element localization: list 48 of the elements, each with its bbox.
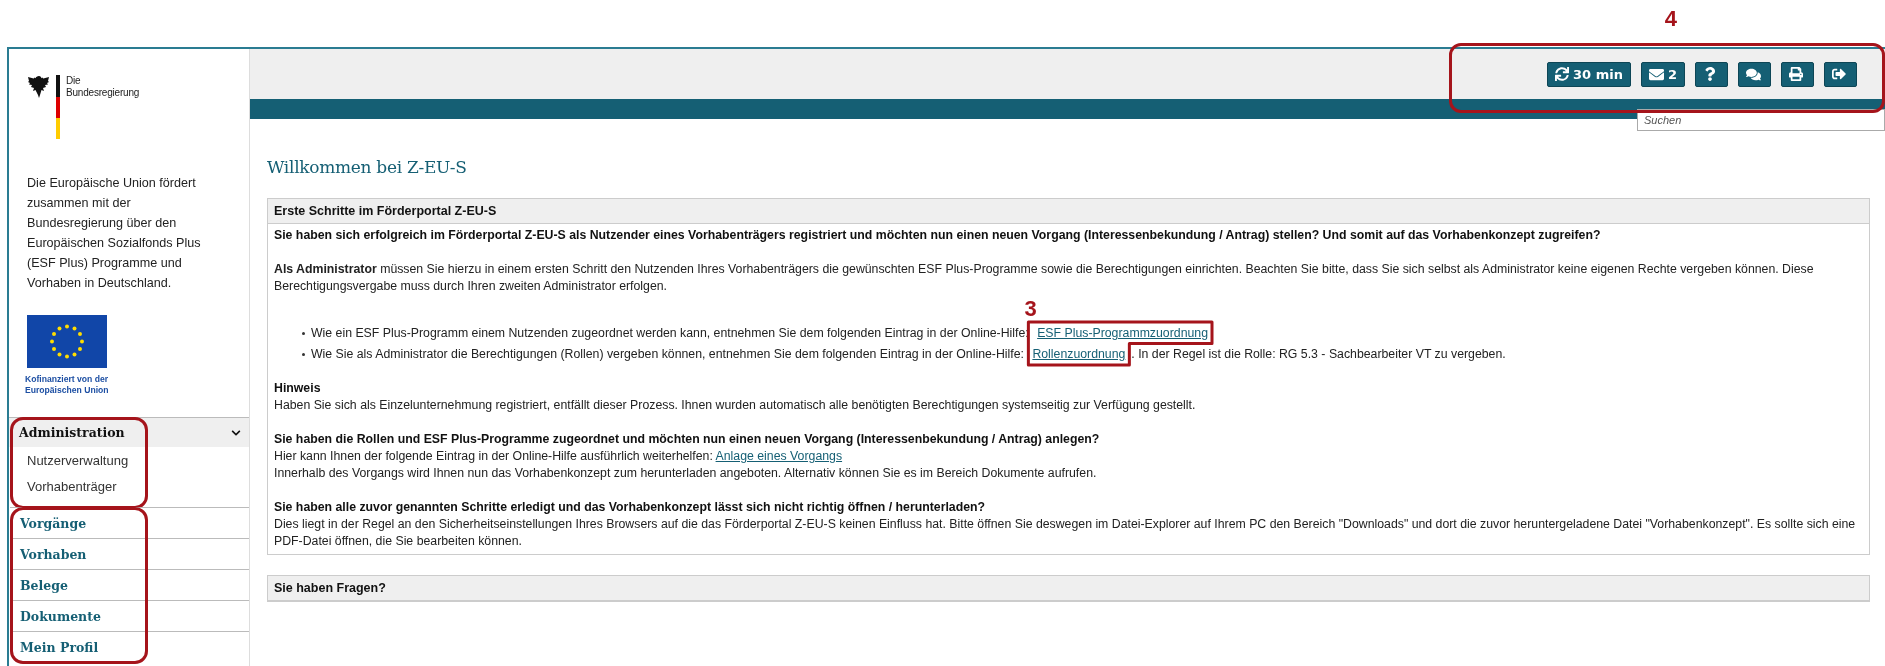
- mail-icon: [1648, 66, 1664, 82]
- bullet-text: Wie ein ESF Plus-Programm einem Nutzenden zugeordnet werden kann, entnehmen Sie dem folgenden Eintrag in der Online-Hilfe: ESF Plus-Programmzuordnung: [311, 325, 1209, 342]
- section-heading: Sie haben die Rollen und ESF Plus-Programme zugeordnet und möchten nun einen neuen Vorgang (Interessenbekundung / Antrag) anlegen?: [274, 431, 1101, 448]
- logout-icon: [1832, 67, 1846, 81]
- flag-stripe-icon: [56, 75, 60, 139]
- help-button[interactable]: [1695, 61, 1728, 87]
- help-link[interactable]: Anlage eines Vorgangs: [715, 449, 843, 463]
- nav-item[interactable]: Belege: [10, 569, 249, 600]
- annotation-number: 4: [1664, 7, 1677, 31]
- page-title: Willkommen bei Z-EU-S: [267, 157, 468, 177]
- annotation-number: 3: [1024, 297, 1037, 321]
- paragraph: Hier kann Ihnen der folgende Eintrag in der Online-Hilfe ausführlich weiterhelfen: Anlage eines Vorgangs: [274, 448, 844, 465]
- nav-item[interactable]: Dokumente: [10, 600, 249, 631]
- nav-item[interactable]: Mein Profil: [10, 631, 249, 662]
- paragraph: Haben Sie sich als Einzelunternehmung registriert, entfällt dieser Prozess. Ihnen wurden automatisch alle benötigten Berechtigungen systemseitig zur Verfügung gestellt.: [274, 397, 1197, 414]
- logout-button[interactable]: [1824, 61, 1857, 87]
- search-field[interactable]: Suchen: [1637, 109, 1885, 131]
- section-heading: Hinweis: [274, 380, 322, 397]
- nav-subitem[interactable]: Nutzerverwaltung: [9, 447, 249, 473]
- nav-subitem[interactable]: Vorhabenträger: [9, 473, 249, 499]
- eu-caption: Kofinanziert von der Europäischen Union: [25, 374, 110, 396]
- bullet-text: Wie Sie als Administrator die Berechtigungen (Rollen) vergeben können, entnehmen Sie dem folgenden Eintrag in der Online-Hilfe: Rollenzuordnung . In der Regel ist die Rolle: RG 5.3 - Sachbearbeiter VT zu vergeben.: [311, 346, 1506, 363]
- bullet-icon: [302, 353, 305, 356]
- intro-text: Die Europäische Union fördert zusammen mit der Bundesregierung über den Europäischen Sozialfonds Plus (ESF Plus) Programme und Vorhaben in Deutschland.: [27, 175, 202, 292]
- nav-section-header[interactable]: Administration: [9, 417, 249, 447]
- chevron-icon: [231, 427, 241, 438]
- panel-header: Sie haben Fragen?: [268, 576, 1869, 601]
- panel-header: Erste Schritte im Förderportal Z-EU-S: [268, 199, 1869, 224]
- print-button[interactable]: [1781, 61, 1814, 87]
- help-link[interactable]: ESF Plus-Programmzuordnung: [1037, 326, 1208, 340]
- chat-icon: [1746, 66, 1761, 82]
- print-icon: [1789, 67, 1803, 81]
- paragraph: Dies liegt in der Regel an den Sicherheitseinstellungen Ihres Browsers auf die das Förderportal Z-EU-S keinen Einfluss hat. Bitte öffnen Sie deswegen im Datei-Explorer auf Ihrem PC den Bereich "Downloads" und dort die zuvor heruntergeladene Datei "Vorhabenkonzept". Es sollte sich eine PDF-Datei öffnen, die Sie bearbeiten können.: [274, 516, 1857, 550]
- bullet-icon: [302, 332, 305, 335]
- messages-button[interactable]: 2: [1640, 61, 1685, 87]
- section-heading: Sie haben sich erfolgreich im Förderportal Z-EU-S als Nutzender eines Vorhabenträgers registriert und möchten nun einen neuen Vorgang (Interessenbekundung / Antrag) stellen? Und somit auf das Vorhabenkonzept zugreifen?: [274, 227, 1602, 244]
- refresh-icon: [1555, 67, 1570, 81]
- paragraph: Als Administrator müssen Sie hierzu in einem ersten Schritt den Nutzenden Ihres Vorhabenträgers die gewünschten ESF Plus-Programme sowie die Berechtigungen einrichten. Beachten Sie bitte, dass Sie sich selbst als Administrator keine eigenen Rechte vergeben können. Diese Berechtigungsvergabe muss durch Ihren zweiten Administrator erfolgen.: [274, 261, 1815, 295]
- eu-flag-icon: [27, 315, 107, 368]
- help-link[interactable]: Rollenzuordnung: [1032, 347, 1126, 361]
- refresh-button[interactable]: 30 min: [1547, 61, 1631, 87]
- help-icon: [1703, 67, 1717, 81]
- nav-item[interactable]: Vorgänge: [10, 507, 249, 538]
- paragraph: Innerhalb des Vorgangs wird Ihnen nun das Vorhabenkonzept zum herunterladen angeboten. Alternativ können Sie es im Bereich Dokumente aufrufen.: [274, 465, 1098, 482]
- chat-button[interactable]: [1738, 61, 1771, 87]
- section-heading: Sie haben alle zuvor genannten Schritte erledigt und das Vorhabenkonzept lässt sich nicht richtig öffnen / herunterladen?: [274, 499, 987, 516]
- nav-item[interactable]: Vorhaben: [10, 538, 249, 569]
- logo-text: Die Bundesregierung: [66, 75, 140, 99]
